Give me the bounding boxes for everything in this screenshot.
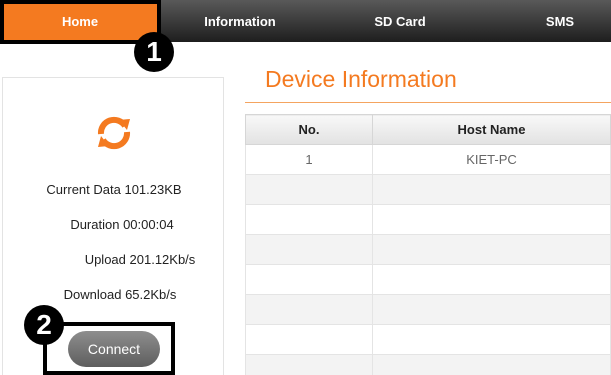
cell-host-name bbox=[372, 174, 611, 205]
column-header-no: No. bbox=[245, 114, 373, 145]
cell-host-name bbox=[372, 204, 611, 235]
upload-label: Upload bbox=[84, 252, 126, 267]
title-divider bbox=[245, 102, 611, 103]
top-nav: Home Information SD Card SMS bbox=[0, 0, 611, 42]
column-header-host-name: Host Name bbox=[372, 114, 611, 145]
table-row bbox=[245, 174, 611, 205]
step-marker-2: 2 bbox=[24, 305, 64, 345]
cell-host-name bbox=[372, 324, 611, 355]
tab-sms[interactable]: SMS bbox=[480, 0, 611, 42]
cell-no bbox=[245, 234, 373, 265]
current-data-value: 101.23KB bbox=[124, 182, 182, 197]
cell-host-name bbox=[372, 354, 611, 375]
table-row bbox=[245, 294, 611, 325]
download-label: Download bbox=[63, 287, 122, 302]
cell-no bbox=[245, 174, 373, 205]
current-data-label: Current Data bbox=[46, 182, 121, 197]
table-row: 1 KIET-PC bbox=[245, 144, 611, 175]
current-data-stat: Current Data 101.23KB bbox=[3, 182, 225, 197]
table-row bbox=[245, 324, 611, 355]
cell-no bbox=[245, 264, 373, 295]
tab-sd-card[interactable]: SD Card bbox=[320, 0, 480, 42]
download-stat: Download 65.2Kb/s bbox=[9, 287, 231, 302]
page-title: Device Information bbox=[265, 66, 457, 92]
cell-no: 1 bbox=[245, 144, 373, 175]
cell-no bbox=[245, 204, 373, 235]
tab-information[interactable]: Information bbox=[160, 0, 320, 42]
table-header-row: No. Host Name bbox=[245, 114, 611, 145]
cell-host-name bbox=[372, 294, 611, 325]
table-row bbox=[245, 264, 611, 295]
upload-value: 201.12Kb/s bbox=[129, 252, 196, 267]
duration-stat: Duration 00:00:04 bbox=[11, 217, 233, 232]
cell-no bbox=[245, 294, 373, 325]
download-value: 65.2Kb/s bbox=[125, 287, 177, 302]
step-marker-1: 1 bbox=[134, 32, 174, 72]
table-row bbox=[245, 234, 611, 265]
cell-host-name: KIET-PC bbox=[372, 144, 611, 175]
upload-stat: Upload 201.12Kb/s bbox=[29, 252, 251, 267]
cell-no bbox=[245, 354, 373, 375]
cell-host-name bbox=[372, 234, 611, 265]
connect-button[interactable]: Connect bbox=[68, 331, 160, 367]
duration-value: 00:00:04 bbox=[123, 217, 174, 232]
device-table: No. Host Name 1 KIET-PC bbox=[245, 114, 611, 375]
sync-icon[interactable] bbox=[94, 113, 134, 153]
cell-host-name bbox=[372, 264, 611, 295]
table-row bbox=[245, 354, 611, 375]
duration-label: Duration bbox=[70, 217, 120, 232]
table-row bbox=[245, 204, 611, 235]
cell-no bbox=[245, 324, 373, 355]
tab-home[interactable]: Home bbox=[0, 0, 160, 42]
